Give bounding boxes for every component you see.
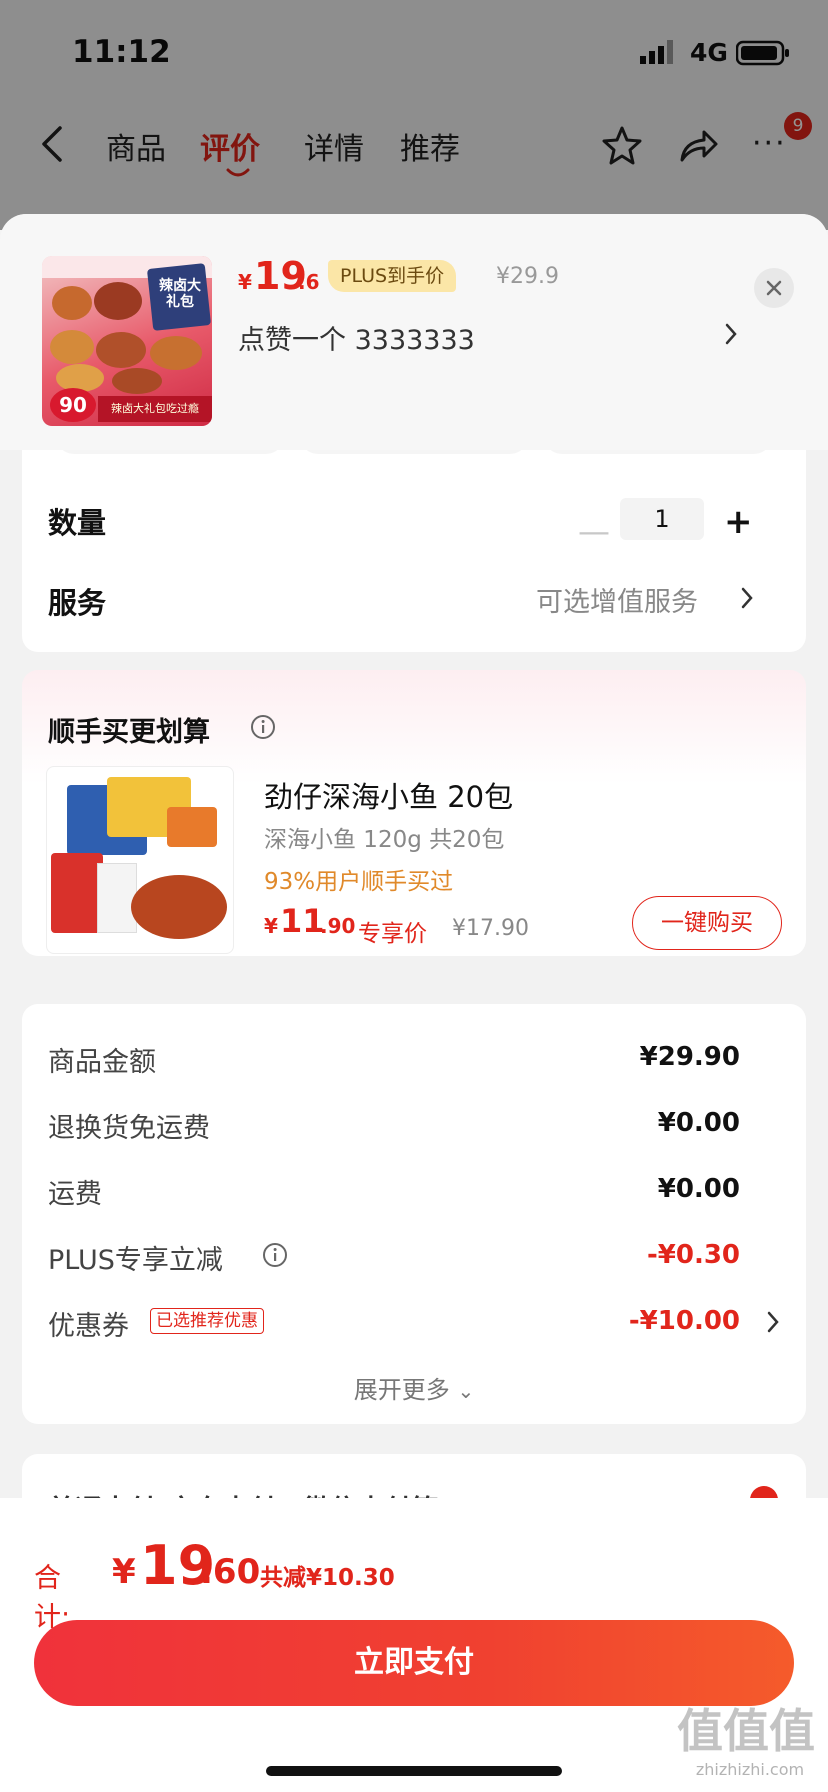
chevron-down-icon: ⌄ xyxy=(457,1379,475,1403)
expand-more-label: 展开更多 xyxy=(353,1376,450,1404)
home-indicator[interactable] xyxy=(266,1766,562,1776)
thumb-banner: 辣卤大礼包吃过瘾 xyxy=(98,396,212,422)
addon-name[interactable]: 劲仔深海小鱼 20包 xyxy=(264,774,513,816)
addon-spec: 深海小鱼 120g 共20包 xyxy=(264,827,505,853)
chevron-right-icon[interactable] xyxy=(724,322,738,346)
info-icon[interactable] xyxy=(262,1242,288,1268)
original-price: ¥29.9 xyxy=(496,264,559,289)
thumb-discount-badge: 90 xyxy=(50,388,96,422)
watermark-url: zhizhizhi.com xyxy=(695,1760,805,1779)
one-click-buy-button[interactable]: 一键购买 xyxy=(632,896,782,950)
amount-label: 优惠券 xyxy=(48,1311,129,1342)
addon-price-currency: ¥ xyxy=(264,914,278,938)
plus-price-tag: PLUS到手价 xyxy=(328,260,457,292)
amount-label: 运费 xyxy=(48,1179,102,1210)
close-button[interactable] xyxy=(754,268,794,308)
addon-title: 顺手买更划算 xyxy=(48,717,210,748)
addon-card: 顺手买更划算 劲仔深海小鱼 20包 深海小鱼 120g 共20包 93%用户顺手… xyxy=(22,670,806,956)
service-label: 服务 xyxy=(48,586,107,620)
info-icon[interactable] xyxy=(250,714,276,740)
dim-overlay[interactable] xyxy=(0,0,828,230)
service-hint[interactable]: 可选增值服务 xyxy=(536,580,698,619)
addon-product-image[interactable] xyxy=(46,766,234,954)
thumb-box-text: 辣卤大礼包 xyxy=(159,278,201,310)
amounts-card: 商品金额 ¥29.90 退换货免运费 ¥0.00 运费 ¥0.00 PLUS专享… xyxy=(22,1004,806,1424)
expand-more-link[interactable]: 展开更多 ⌄ xyxy=(22,1370,806,1405)
checkout-footer: 合计: ¥ 19 .60 共减¥10.30 立即支付 值值值 zhizhizhi… xyxy=(0,1498,828,1792)
chevron-right-icon[interactable] xyxy=(766,1310,780,1334)
increase-button[interactable]: + xyxy=(724,502,753,542)
close-icon xyxy=(766,280,782,296)
total-currency: ¥ xyxy=(112,1552,136,1592)
total-decimal: .60 xyxy=(200,1552,261,1592)
amount-value: -¥0.30 xyxy=(646,1240,740,1270)
amount-label: 退换货免运费 xyxy=(48,1113,210,1144)
amount-label: PLUS专享立减 xyxy=(48,1245,223,1276)
quantity-input[interactable]: 1 xyxy=(620,498,704,540)
addon-original-price: ¥17.90 xyxy=(452,916,529,941)
amount-value[interactable]: -¥10.00 xyxy=(629,1306,740,1336)
price-decimal: .6 xyxy=(298,270,320,294)
sheet-header: 辣卤大礼包 90 辣卤大礼包吃过瘾 ¥ 19 .6 PLUS到手价 ¥29.9 … xyxy=(0,214,828,450)
product-thumbnail: 辣卤大礼包 90 辣卤大礼包吃过瘾 xyxy=(42,256,212,426)
pay-now-button[interactable]: 立即支付 xyxy=(34,1620,794,1706)
quantity-label: 数量 xyxy=(48,506,107,540)
chevron-right-icon[interactable] xyxy=(740,586,754,610)
addon-price-integer: 11 xyxy=(280,902,325,940)
total-saving: 共减¥10.30 xyxy=(260,1565,395,1591)
selected-sku[interactable]: 点赞一个 3333333 xyxy=(238,318,475,357)
price-currency: ¥ xyxy=(238,270,252,294)
amount-value: ¥0.00 xyxy=(657,1174,740,1204)
amount-value: ¥29.90 xyxy=(639,1042,740,1072)
addon-price-decimal: .90 xyxy=(320,914,356,938)
addon-price-label: 专享价 xyxy=(358,921,427,947)
addon-purchase-rate: 93%用户顺手买过 xyxy=(264,869,454,895)
amount-value: ¥0.00 xyxy=(657,1108,740,1138)
coupon-tag: 已选推荐优惠 xyxy=(150,1308,264,1334)
decrease-button[interactable]: — xyxy=(578,512,610,550)
amount-label: 商品金额 xyxy=(48,1047,156,1078)
